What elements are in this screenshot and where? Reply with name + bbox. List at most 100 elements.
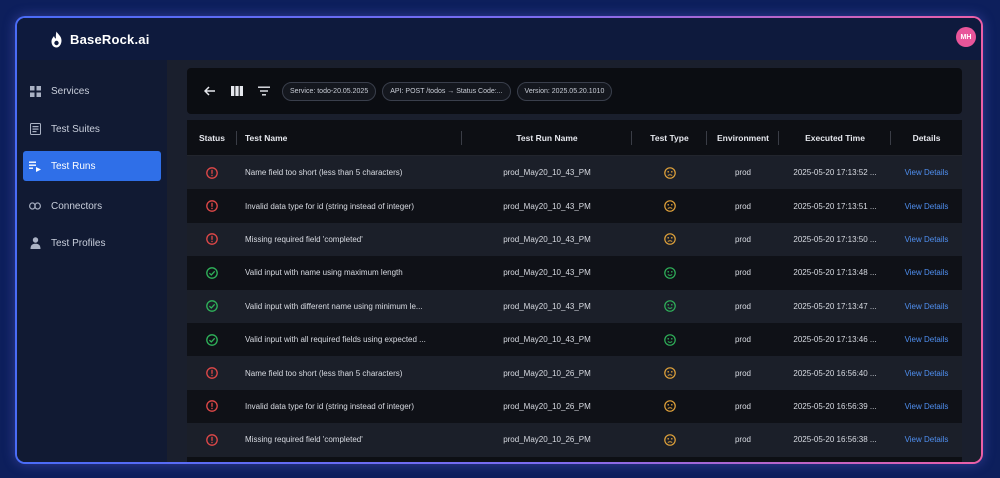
filter-chip-version[interactable]: Version: 2025.05.20.1010 (516, 81, 613, 101)
filter-chip-api[interactable]: API: POST /todos → Status Code:... (382, 81, 511, 101)
test-name: Valid input with different name using mi… (245, 301, 423, 311)
environment: prod (734, 335, 751, 345)
test-name: Invalid data type for id (string instead… (245, 201, 414, 211)
view-details-link[interactable]: View Details (905, 402, 949, 411)
document-icon (29, 123, 41, 135)
table-row[interactable]: Invalid data type for id (string instead… (187, 189, 962, 223)
test-name: Missing required field 'completed' (245, 234, 363, 244)
sidebar-item-label: Test Runs (51, 160, 96, 172)
smiley-face-icon (663, 267, 676, 279)
error-status-icon (206, 400, 218, 413)
logo-text: BaseRock.ai (70, 31, 150, 47)
sidebar-item-services[interactable]: Services (23, 76, 161, 106)
person-icon (29, 237, 41, 249)
executed-time: 2025-05-20 17:13:46 ... (793, 335, 877, 345)
view-details-link[interactable]: View Details (905, 202, 949, 211)
executed-time: 2025-05-20 17:13:50 ... (793, 234, 877, 244)
view-details-link[interactable]: View Details (905, 335, 949, 344)
sidebar-item-test-profiles[interactable]: Test Profiles (23, 228, 161, 258)
error-status-icon (206, 367, 218, 379)
view-details-link[interactable]: View Details (905, 168, 949, 177)
view-details-link[interactable]: View Details (905, 268, 949, 277)
success-status-icon (206, 333, 218, 346)
error-status-icon (206, 233, 218, 246)
sidebar-item-connectors[interactable]: Connectors (23, 191, 161, 221)
success-status-icon (206, 300, 218, 313)
test-run-name: prod_May20_10_43_PM (503, 301, 591, 311)
header-status[interactable]: Status (187, 120, 237, 155)
avatar[interactable]: MH (956, 27, 976, 47)
app-frame: BaseRock.ai MH Services Test Suites Test… (15, 16, 983, 464)
table-row[interactable]: Valid input with all required fields usi… (187, 322, 962, 357)
view-details-link[interactable]: View Details (905, 302, 949, 311)
test-run-name: prod_May20_10_26_PM (503, 401, 591, 411)
header-details: Details (912, 132, 941, 143)
filter-bar: Service: todo-20.05.2025 API: POST /todo… (187, 68, 962, 114)
test-name: Name field too short (less than 5 charac… (245, 168, 403, 178)
table-row[interactable]: Valid input with different name using mi… (187, 289, 962, 323)
table-row[interactable]: Name field too short (less than 5 charac… (187, 156, 962, 190)
test-name: Invalid data type for id (string instead… (245, 401, 414, 411)
back-arrow-icon[interactable] (201, 82, 219, 100)
environment: prod (734, 435, 751, 445)
sidebar-item-test-suites[interactable]: Test Suites (23, 114, 161, 144)
app-window: BaseRock.ai MH Services Test Suites Test… (17, 18, 981, 462)
success-status-icon (206, 267, 218, 279)
executed-time: 2025-05-20 16:56:40 ... (793, 368, 877, 378)
view-details-link[interactable]: View Details (905, 369, 949, 378)
test-run-name: prod_May20_10_43_PM (503, 234, 591, 244)
header-executed-time[interactable]: Executed Time (779, 120, 891, 155)
table-row[interactable]: Missing required field 'completed' prod_M… (187, 423, 962, 457)
test-run-name: prod_May20_10_43_PM (503, 268, 591, 278)
executed-time: 2025-05-20 17:13:47 ... (793, 301, 877, 311)
executed-time: 2025-05-20 17:13:52 ... (793, 168, 877, 178)
executed-time: 2025-05-20 16:56:38 ... (793, 435, 877, 445)
filter-icon[interactable] (255, 82, 273, 100)
header-test-type[interactable]: Test Type (632, 120, 707, 155)
table-header: Status Test Name Test Run Name Test Type… (187, 120, 962, 156)
smiley-face-icon (663, 300, 676, 313)
view-details-link[interactable]: View Details (905, 435, 949, 444)
sidebar-item-label: Services (51, 85, 90, 97)
table-body: Name field too short (less than 5 charac… (187, 156, 962, 457)
header-test-run-name[interactable]: Test Run Name (462, 120, 632, 155)
main-content: Service: todo-20.05.2025 API: POST /todo… (167, 60, 981, 462)
environment: prod (734, 168, 751, 178)
sidebar-item-label: Connectors (51, 200, 103, 212)
table-row[interactable]: Missing required field 'completed' prod_M… (187, 222, 962, 257)
environment: prod (734, 234, 751, 244)
view-details-link[interactable]: View Details (905, 235, 949, 244)
neutral-face-icon (663, 233, 676, 246)
sidebar-item-test-runs[interactable]: Test Runs (23, 151, 161, 181)
neutral-face-icon (663, 200, 676, 212)
header-environment[interactable]: Environment (707, 120, 779, 155)
error-status-icon (206, 433, 218, 446)
test-name: Valid input with all required fields usi… (245, 335, 426, 345)
test-name: Missing required field 'completed' (245, 435, 363, 445)
executed-time: 2025-05-20 17:13:51 ... (793, 201, 877, 211)
filter-chip-service[interactable]: Service: todo-20.05.2025 (282, 81, 377, 101)
smiley-face-icon (663, 333, 676, 346)
header-test-name[interactable]: Test Name (237, 120, 462, 155)
neutral-face-icon (663, 400, 676, 413)
columns-icon[interactable] (228, 82, 246, 100)
environment: prod (734, 301, 751, 311)
executed-time: 2025-05-20 17:13:48 ... (793, 268, 877, 278)
environment: prod (734, 268, 751, 278)
table-row[interactable]: Invalid data type for id (string instead… (187, 389, 962, 424)
test-runs-table: Status Test Name Test Run Name Test Type… (187, 120, 962, 462)
test-run-name: prod_May20_10_43_PM (503, 168, 591, 178)
executed-time: 2025-05-20 16:56:39 ... (793, 401, 877, 411)
sidebar-item-label: Test Suites (51, 123, 100, 135)
environment: prod (734, 201, 751, 211)
flame-logo-icon (51, 31, 62, 47)
sidebar: Services Test Suites Test Runs Connector… (17, 60, 167, 462)
link-icon (29, 200, 41, 212)
test-run-name: prod_May20_10_43_PM (503, 335, 591, 345)
grid-icon (29, 85, 41, 97)
error-status-icon (206, 200, 218, 212)
logo[interactable]: BaseRock.ai (49, 31, 150, 48)
table-row[interactable]: Valid input with name using maximum leng… (187, 256, 962, 290)
table-row[interactable]: Name field too short (less than 5 charac… (187, 356, 962, 390)
test-run-name: prod_May20_10_26_PM (503, 435, 591, 445)
